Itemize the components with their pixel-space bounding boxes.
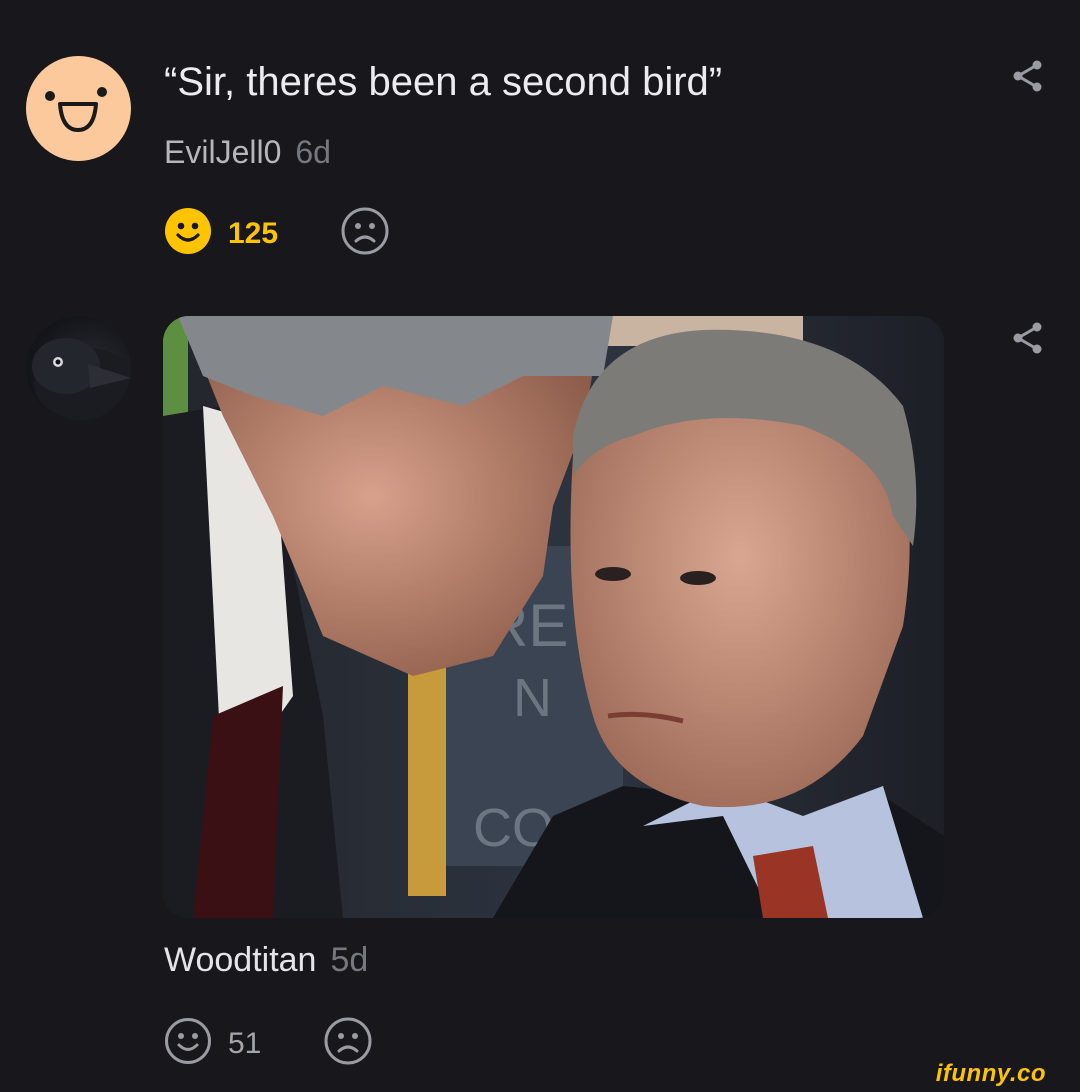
comment-text: “Sir, theres been a second bird” [164, 60, 723, 104]
share-icon[interactable] [1010, 320, 1046, 356]
avatar-eviljell0[interactable] [26, 56, 131, 161]
comment-meta: Woodtitan 5d [164, 938, 368, 982]
comment-age: 6d [295, 134, 331, 170]
reaction-bar: 125 [164, 206, 390, 261]
avatar-woodtitan[interactable] [26, 316, 131, 421]
share-icon[interactable] [1010, 58, 1046, 94]
smiley-face-avatar-icon [45, 87, 107, 132]
smile-icon[interactable] [164, 1017, 212, 1070]
frown-icon[interactable] [340, 206, 390, 261]
reaction-bar: 51 [164, 1016, 373, 1071]
board-letters-2: N [513, 668, 552, 728]
comment-author[interactable]: EvilJell0 [164, 134, 281, 170]
comment-author[interactable]: Woodtitan [164, 941, 316, 979]
frown-icon[interactable] [323, 1016, 373, 1071]
watermark: ifunny.co [935, 1060, 1046, 1087]
photo-attachment: RE N CO [163, 316, 944, 918]
comment-age: 5d [330, 941, 369, 979]
crow-avatar-icon [32, 338, 131, 420]
comment-meta: EvilJell0 6d [164, 130, 331, 174]
comment-image[interactable]: RE N CO [163, 316, 944, 918]
smile-icon[interactable] [164, 207, 212, 260]
smile-count: 125 [228, 216, 279, 250]
smile-count: 51 [228, 1026, 262, 1060]
